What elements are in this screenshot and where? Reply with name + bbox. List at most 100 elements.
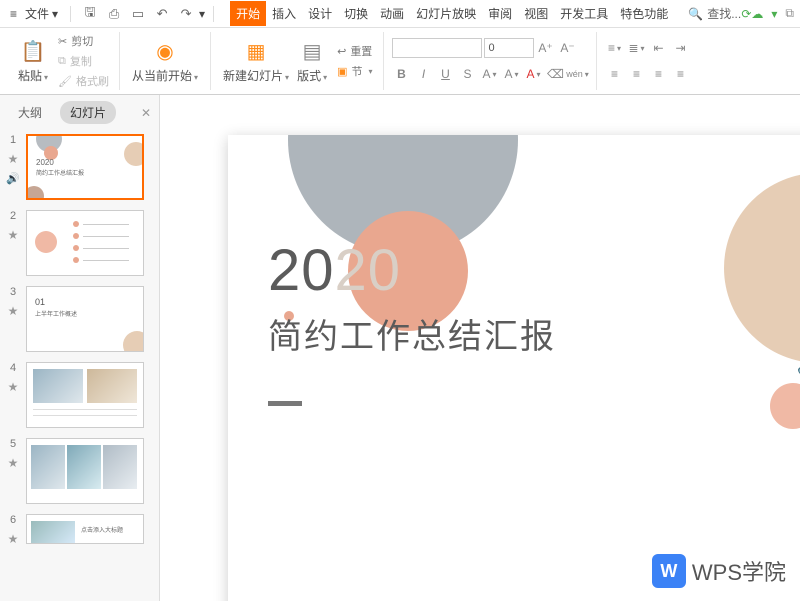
preview-icon[interactable]: ▭ [129,5,147,23]
paste-label: 粘贴▾ [18,67,48,84]
slide-title[interactable]: 简约工作总结汇报 [268,309,556,358]
cloud-sync-icon[interactable]: ⟳☁ [741,7,763,21]
font-effect-button[interactable]: A▾ [480,64,500,84]
thumbnail-list[interactable]: 1★🔊 2020 简约工作总结汇报 2★ 3★ [0,130,159,601]
speaker-icon[interactable]: 🔊 [797,351,800,377]
reset-button[interactable]: ↩重置 [335,42,374,60]
indent-inc-button[interactable]: ⇥ [671,38,691,58]
cloud-chevron-icon[interactable]: ▾ [771,7,777,21]
numbering-button[interactable]: ≣▾ [627,38,647,58]
section-icon: ▣ [337,65,347,78]
tab-devtools[interactable]: 开发工具 [554,1,614,26]
font-name-select[interactable] [392,38,482,58]
save-icon[interactable]: 🖫 [81,5,99,23]
chevron-down-icon: ▾ [52,7,58,21]
increase-font-icon[interactable]: A⁺ [536,38,556,58]
thumbnail-4[interactable] [26,362,144,428]
file-label: 文件 [25,5,49,22]
tab-animation[interactable]: 动画 [374,1,410,26]
decrease-font-icon[interactable]: A⁻ [558,38,578,58]
pinyin-button[interactable]: wén▾ [568,64,588,84]
cut-button[interactable]: ✂剪切 [56,32,111,50]
underline-button[interactable]: U [436,64,456,84]
layout-label: 版式▾ [297,67,327,84]
clear-format-button[interactable]: ⌫ [546,64,566,84]
tab-insert[interactable]: 插入 [266,1,302,26]
panel-close-icon[interactable]: ✕ [141,106,151,120]
slide-number: 2 [10,210,16,222]
print-icon[interactable]: ⎙ [105,5,123,23]
slide-number: 4 [10,362,16,374]
thumbnail-5[interactable] [26,438,144,504]
tab-outline[interactable]: 大纲 [8,101,52,124]
workspace: 大纲 幻灯片 ✕ 1★🔊 2020 简约工作总结汇报 2★ [0,95,800,601]
file-menu[interactable]: ≡ 文件 ▾ [6,3,62,24]
tab-home[interactable]: 开始 [230,1,266,26]
tab-design[interactable]: 设计 [302,1,338,26]
align-justify-button[interactable]: ≡ [671,64,691,84]
new-slide-icon: ▦ [247,39,266,65]
thumbnail-1[interactable]: 2020 简约工作总结汇报 [26,134,144,200]
tab-view[interactable]: 视图 [518,1,554,26]
bold-button[interactable]: B [392,64,412,84]
slide-canvas[interactable]: 2020 简约工作总结汇报 🔊 🏛 部门： WPS 📄 汇报人： WPS学院 [160,95,800,601]
layout-button[interactable]: ▤ 版式▾ [293,39,331,84]
tab-transition[interactable]: 切换 [338,1,374,26]
highlight-button[interactable]: A▾ [502,64,522,84]
menubar-right: ⟳☁ ▾ ⧉ [741,6,794,21]
thumbnail-row[interactable]: 6★ 点击添入大标题 [6,514,153,546]
thumbnail-row[interactable]: 3★ 01 上半年工作概述 [6,286,153,352]
copy-icon: ⧉ [58,55,66,68]
thumbnail-row[interactable]: 1★🔊 2020 简约工作总结汇报 [6,134,153,200]
tab-review[interactable]: 审阅 [482,1,518,26]
search-box[interactable]: 🔍 查找... [688,5,741,22]
tab-slideshow[interactable]: 幻灯片放映 [410,1,482,26]
current-slide[interactable]: 2020 简约工作总结汇报 🔊 🏛 部门： WPS 📄 汇报人： WPS学院 [228,135,800,601]
undo-icon[interactable]: ↶ [153,5,171,23]
thumbnail-row[interactable]: 5★ [6,438,153,504]
new-slide-button[interactable]: ▦ 新建幻灯片▾ [219,39,293,84]
align-center-button[interactable]: ≡ [627,64,647,84]
star-icon: ★ [8,152,19,166]
align-right-button[interactable]: ≡ [649,64,669,84]
search-placeholder: 查找... [707,5,741,22]
bullets-button[interactable]: ≡▾ [605,38,625,58]
font-color-button[interactable]: A▾ [524,64,544,84]
tab-special[interactable]: 特色功能 [614,1,674,26]
copy-button[interactable]: ⧉复制 [56,52,111,70]
format-painter-button[interactable]: 🖌格式刷 [56,72,111,90]
from-current-button[interactable]: ◉ 从当前开始▾ [128,39,202,84]
indent-dec-button[interactable]: ⇤ [649,38,669,58]
slide-panel: 大纲 幻灯片 ✕ 1★🔊 2020 简约工作总结汇报 2★ [0,95,160,601]
slide-number: 6 [10,514,16,526]
font-group: 0 A⁺ A⁻ B I U S A▾ A▾ A▾ ⌫ wén▾ [384,32,597,90]
from-current-label: 从当前开始▾ [132,67,198,84]
menubar: ≡ 文件 ▾ 🖫 ⎙ ▭ ↶ ↷ ▾ 开始 插入 设计 切换 动画 幻灯片放映 … [0,0,800,28]
thumbnail-row[interactable]: 2★ [6,210,153,276]
thumbnail-row[interactable]: 4★ [6,362,153,428]
wps-logo-icon: W [652,554,686,588]
star-icon: ★ [8,380,19,394]
qat-more-icon[interactable]: ▾ [199,7,205,21]
thumbnail-6[interactable]: 点击添入大标题 [26,514,144,544]
slide-year[interactable]: 2020 [268,237,401,304]
thumbnail-3[interactable]: 01 上半年工作概述 [26,286,144,352]
align-left-button[interactable]: ≡ [605,64,625,84]
strikethrough-button[interactable]: S [458,64,478,84]
tab-slides[interactable]: 幻灯片 [60,101,116,124]
star-icon: ★ [8,228,19,242]
search-icon: 🔍 [688,7,703,21]
thumbnail-2[interactable] [26,210,144,276]
slide-panel-tabs: 大纲 幻灯片 ✕ [0,95,159,130]
section-button[interactable]: ▣节▾ [335,62,374,80]
redo-icon[interactable]: ↷ [177,5,195,23]
italic-button[interactable]: I [414,64,434,84]
font-size-select[interactable]: 0 [484,38,534,58]
layout-icon: ▤ [303,39,322,65]
paste-button[interactable]: 📋 粘贴▾ [14,39,52,84]
window-control-icon[interactable]: ⧉ [785,6,794,21]
watermark: W WPS学院 [646,552,792,590]
slide-number: 3 [10,286,16,298]
scissors-icon: ✂ [58,35,67,48]
watermark-text: WPS学院 [692,555,786,587]
